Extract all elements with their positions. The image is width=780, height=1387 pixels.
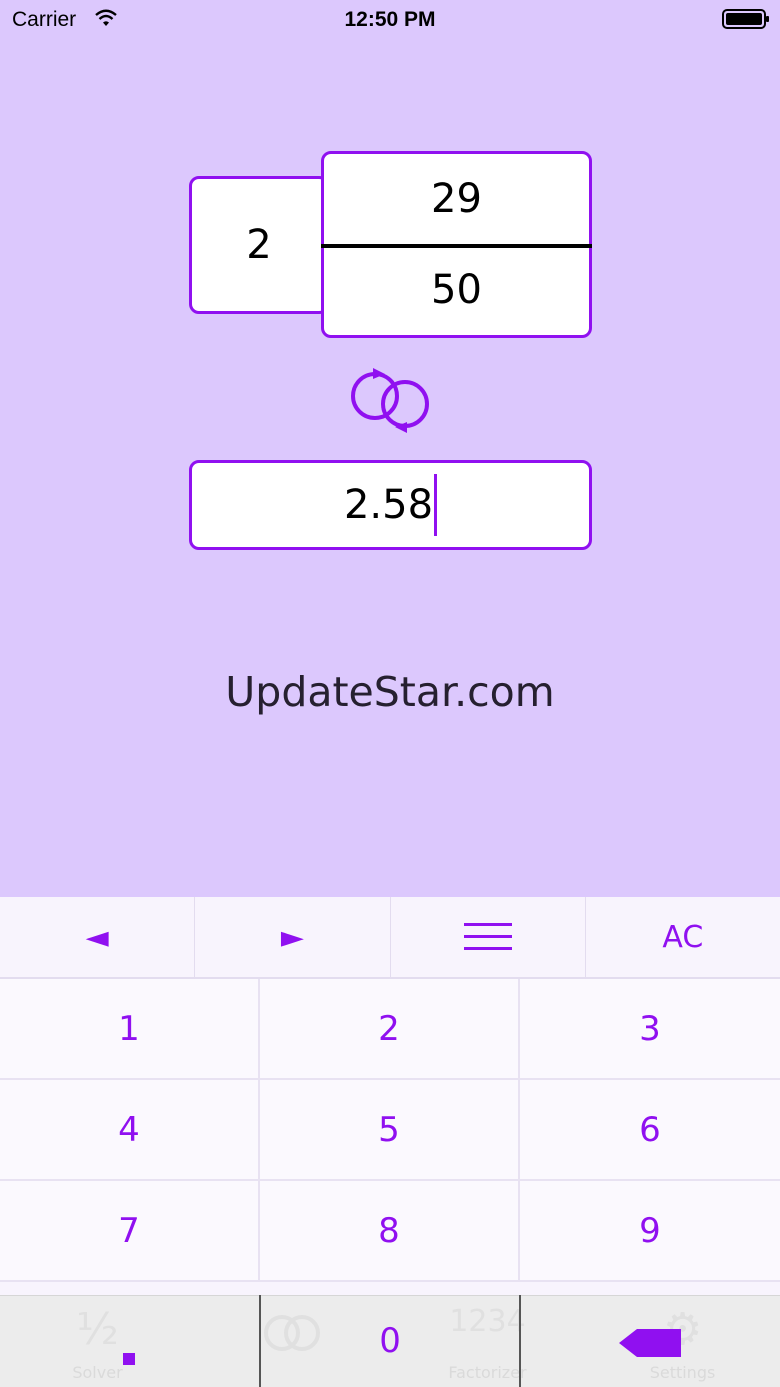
key-label: 2 xyxy=(378,1008,400,1049)
whole-number-field[interactable]: 2 xyxy=(189,176,329,314)
denominator-value: 50 xyxy=(431,267,482,313)
key-label: 5 xyxy=(378,1109,400,1150)
key-label: 9 xyxy=(639,1210,661,1251)
text-cursor xyxy=(434,474,438,536)
backspace-key[interactable] xyxy=(521,1295,780,1387)
bottom-key-row: 0 xyxy=(0,1295,780,1387)
key-3[interactable]: 3 xyxy=(520,979,780,1080)
watermark-text: UpdateStar.com xyxy=(225,668,555,716)
cursor-left-button[interactable]: ◄ xyxy=(0,897,196,977)
decimal-point-icon xyxy=(123,1353,136,1365)
key-1[interactable]: 1 xyxy=(0,979,260,1080)
key-0[interactable]: 0 xyxy=(261,1295,522,1387)
decimal-point-key[interactable] xyxy=(0,1295,261,1387)
key-8[interactable]: 8 xyxy=(260,1181,520,1282)
key-label: 3 xyxy=(639,1008,661,1049)
decimal-value: 2.58 xyxy=(343,482,434,528)
key-2[interactable]: 2 xyxy=(260,979,520,1080)
numerator-field[interactable]: 29 xyxy=(324,154,589,244)
fraction-field: 29 50 xyxy=(321,151,592,338)
key-label: 0 xyxy=(379,1321,401,1361)
key-label: 1 xyxy=(118,1008,140,1049)
convert-icon[interactable] xyxy=(345,364,435,436)
key-label: 6 xyxy=(639,1109,661,1150)
key-label: 8 xyxy=(378,1210,400,1251)
right-arrow-icon: ► xyxy=(280,919,304,955)
clear-all-button[interactable]: AC xyxy=(586,897,780,977)
key-4[interactable]: 4 xyxy=(0,1080,260,1181)
backspace-icon xyxy=(618,1329,681,1357)
battery-icon xyxy=(722,9,769,29)
keypad-toolbar: ◄ ► AC xyxy=(0,897,780,979)
status-time: 12:50 PM xyxy=(344,8,436,31)
clear-all-label: AC xyxy=(662,919,704,955)
key-5[interactable]: 5 xyxy=(260,1080,520,1181)
numerator-value: 29 xyxy=(431,176,482,222)
cursor-right-button[interactable]: ► xyxy=(195,897,391,977)
whole-number-value: 2 xyxy=(246,222,272,268)
key-label: 7 xyxy=(118,1210,140,1251)
key-label: 4 xyxy=(118,1109,140,1150)
menu-icon xyxy=(463,923,512,950)
key-6[interactable]: 6 xyxy=(520,1080,780,1181)
key-7[interactable]: 7 xyxy=(0,1181,260,1282)
menu-button[interactable] xyxy=(391,897,586,977)
status-bar: Carrier 12:50 PM xyxy=(0,0,780,40)
number-keys: 1 2 3 4 5 6 7 8 9 xyxy=(0,979,780,1282)
key-9[interactable]: 9 xyxy=(520,1181,780,1282)
left-arrow-icon: ◄ xyxy=(85,919,109,955)
decimal-field[interactable]: 2.58 xyxy=(189,460,592,550)
denominator-field[interactable]: 50 xyxy=(324,245,589,335)
